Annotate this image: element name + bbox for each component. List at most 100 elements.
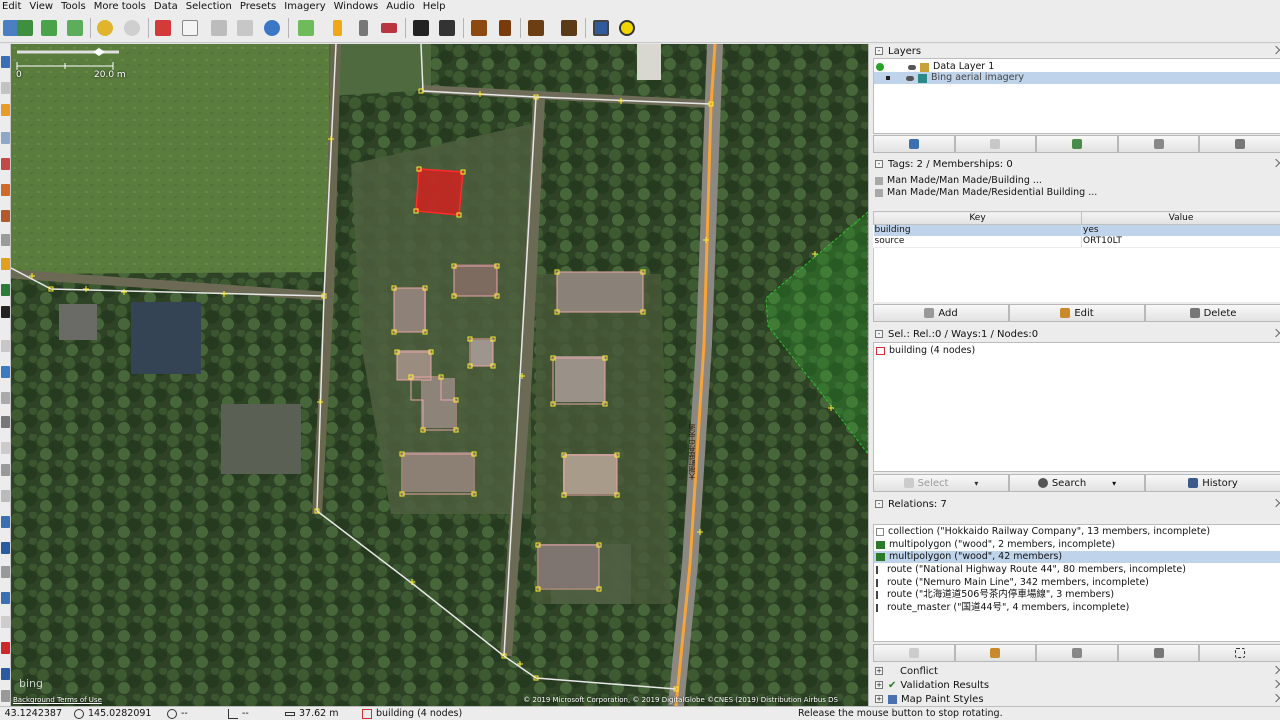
chevron-down-icon[interactable]: ▾	[974, 479, 978, 488]
upload-icon[interactable]	[64, 17, 86, 39]
expand-toggle-icon[interactable]: +	[875, 695, 883, 703]
preset-link[interactable]: Man Made/Man Made/Residential Building .…	[875, 187, 1097, 199]
validation-panel-header[interactable]: + ✔ Validation Results	[869, 678, 1280, 692]
collapse-toggle-icon[interactable]: -	[875, 500, 883, 508]
traffic-light-icon[interactable]	[326, 17, 348, 39]
chevron-down-icon[interactable]: ▾	[1112, 479, 1116, 488]
expand-toggle-icon[interactable]: +	[875, 667, 883, 675]
distribute-tool-icon[interactable]	[1, 464, 10, 476]
undo-icon[interactable]	[94, 17, 116, 39]
relation-download-button[interactable]	[873, 644, 955, 662]
panel-pin-icon[interactable]	[1271, 498, 1280, 508]
delete-layer-button[interactable]	[1199, 135, 1280, 153]
search-button[interactable]: Search ▾	[1009, 474, 1145, 492]
car-icon[interactable]	[410, 17, 432, 39]
zoom-icon[interactable]	[208, 17, 230, 39]
delete-tag-button[interactable]: Delete	[1145, 304, 1280, 322]
upload-icon[interactable]	[38, 17, 60, 39]
tag-key[interactable]: building	[873, 224, 1082, 236]
extract-tool-icon[interactable]	[1, 416, 10, 428]
gear-wheels-icon[interactable]	[295, 17, 317, 39]
factory-icon[interactable]	[558, 17, 580, 39]
menu-audio[interactable]: Audio	[382, 0, 418, 13]
tag-key[interactable]: source	[873, 236, 1082, 247]
download-icon[interactable]	[14, 17, 36, 39]
layer-settings-button[interactable]	[1117, 135, 1200, 153]
relation-duplicate-button[interactable]	[1036, 644, 1118, 662]
merge-layer-button[interactable]	[1036, 135, 1118, 153]
menu-data[interactable]: Data	[150, 0, 182, 13]
menu-imagery[interactable]: Imagery	[280, 0, 329, 13]
map-paint-styles-panel-header[interactable]: + Map Paint Styles	[869, 692, 1280, 706]
orthogonal-tool-icon[interactable]	[1, 306, 10, 318]
tags-panel-header[interactable]: - Tags: 2 / Memberships: 0	[869, 157, 1280, 171]
paste-tool-icon[interactable]	[1, 516, 10, 528]
bus-icon[interactable]	[436, 17, 458, 39]
castle-icon[interactable]	[525, 17, 547, 39]
refresh-icon[interactable]	[261, 17, 283, 39]
panel-pin-icon[interactable]	[1271, 158, 1280, 168]
select-tool-icon[interactable]	[1, 56, 10, 68]
join-tool-icon[interactable]	[1, 392, 10, 404]
preset-link[interactable]: Man Made/Man Made/Building ...	[875, 175, 1042, 187]
delete-tool-icon[interactable]	[1, 158, 10, 170]
tag-value[interactable]: yes	[1081, 224, 1280, 236]
measure-tool-icon[interactable]	[1, 616, 10, 628]
align-tool-icon[interactable]	[1, 258, 10, 270]
menu-selection[interactable]: Selection	[182, 0, 236, 13]
simplify-tool-icon[interactable]	[1, 340, 10, 352]
list-item[interactable]: multipolygon ("wood", 2 members, incompl…	[876, 539, 1115, 551]
value-column-header[interactable]: Value	[1081, 211, 1280, 225]
panel-pin-icon[interactable]	[1271, 45, 1280, 55]
relation-select-members-button[interactable]	[1199, 644, 1280, 662]
lasso-tool-icon[interactable]	[1, 82, 10, 94]
redo-icon[interactable]	[121, 17, 143, 39]
zoom-tool-icon[interactable]	[1, 132, 10, 144]
relation-edit-button[interactable]	[954, 644, 1037, 662]
menu-windows[interactable]: Windows	[330, 0, 383, 13]
circle-tool-icon[interactable]	[1, 284, 10, 296]
table-row[interactable]: source ORT10LT	[873, 236, 1280, 247]
scale-tool-icon[interactable]	[1, 592, 10, 604]
panel-pin-icon[interactable]	[1271, 665, 1280, 675]
move-up-button[interactable]	[873, 135, 955, 153]
selection-panel-header[interactable]: - Sel.: Rel.:0 / Ways:1 / Nodes:0	[869, 327, 1280, 341]
combine-tool-icon[interactable]	[1, 210, 10, 222]
select-button[interactable]: Select ▾	[873, 474, 1009, 492]
menu-tools[interactable]: Tools	[57, 0, 90, 13]
relation-delete-button[interactable]	[1117, 644, 1200, 662]
tag-value[interactable]: ORT10LT	[1081, 236, 1280, 247]
reverse-tool-icon[interactable]	[1, 234, 10, 246]
key-column-header[interactable]: Key	[873, 211, 1082, 225]
camera-icon[interactable]	[590, 17, 612, 39]
error-tool-icon[interactable]	[1, 642, 10, 654]
unglue-tool-icon[interactable]	[1, 366, 10, 378]
list-item[interactable]: route ("Nemuro Main Line", 342 members, …	[876, 577, 1149, 589]
rotate-tool-icon[interactable]	[1, 566, 10, 578]
table-row[interactable]: building yes	[873, 224, 1280, 236]
info-tool-icon[interactable]	[1, 668, 10, 680]
split-tool-icon[interactable]	[1, 184, 10, 196]
parking-icon[interactable]	[378, 17, 400, 39]
list-item[interactable]: route_master ("国道44号", 4 members, incomp…	[876, 602, 1129, 614]
copy-tool-icon[interactable]	[1, 490, 10, 502]
list-item[interactable]: multipolygon ("wood", 42 members)	[874, 551, 1280, 563]
relations-panel-header[interactable]: - Relations: 7	[869, 497, 1280, 511]
sun-icon[interactable]	[616, 17, 638, 39]
list-item[interactable]: collection ("Hokkaido Railway Company", …	[876, 526, 1210, 538]
draw-tool-icon[interactable]	[1, 104, 10, 116]
list-item[interactable]: route ("北海道道506号茶内停車場線", 3 members)	[876, 589, 1114, 601]
menu-more-tools[interactable]: More tools	[90, 0, 150, 13]
add-tag-button[interactable]: Add	[873, 304, 1009, 322]
move-down-button[interactable]	[954, 135, 1037, 153]
zoom-icon[interactable]	[234, 17, 256, 39]
wireframe-icon[interactable]	[179, 17, 201, 39]
history-button[interactable]: History	[1145, 474, 1280, 492]
collapse-toggle-icon[interactable]: -	[875, 330, 883, 338]
collapse-toggle-icon[interactable]: -	[875, 47, 883, 55]
panel-pin-icon[interactable]	[1271, 679, 1280, 689]
menu-view[interactable]: View	[25, 0, 57, 13]
collapse-toggle-icon[interactable]: -	[875, 160, 883, 168]
layers-panel-header[interactable]: - Layers	[869, 44, 1280, 58]
move-tool-icon[interactable]	[1, 542, 10, 554]
